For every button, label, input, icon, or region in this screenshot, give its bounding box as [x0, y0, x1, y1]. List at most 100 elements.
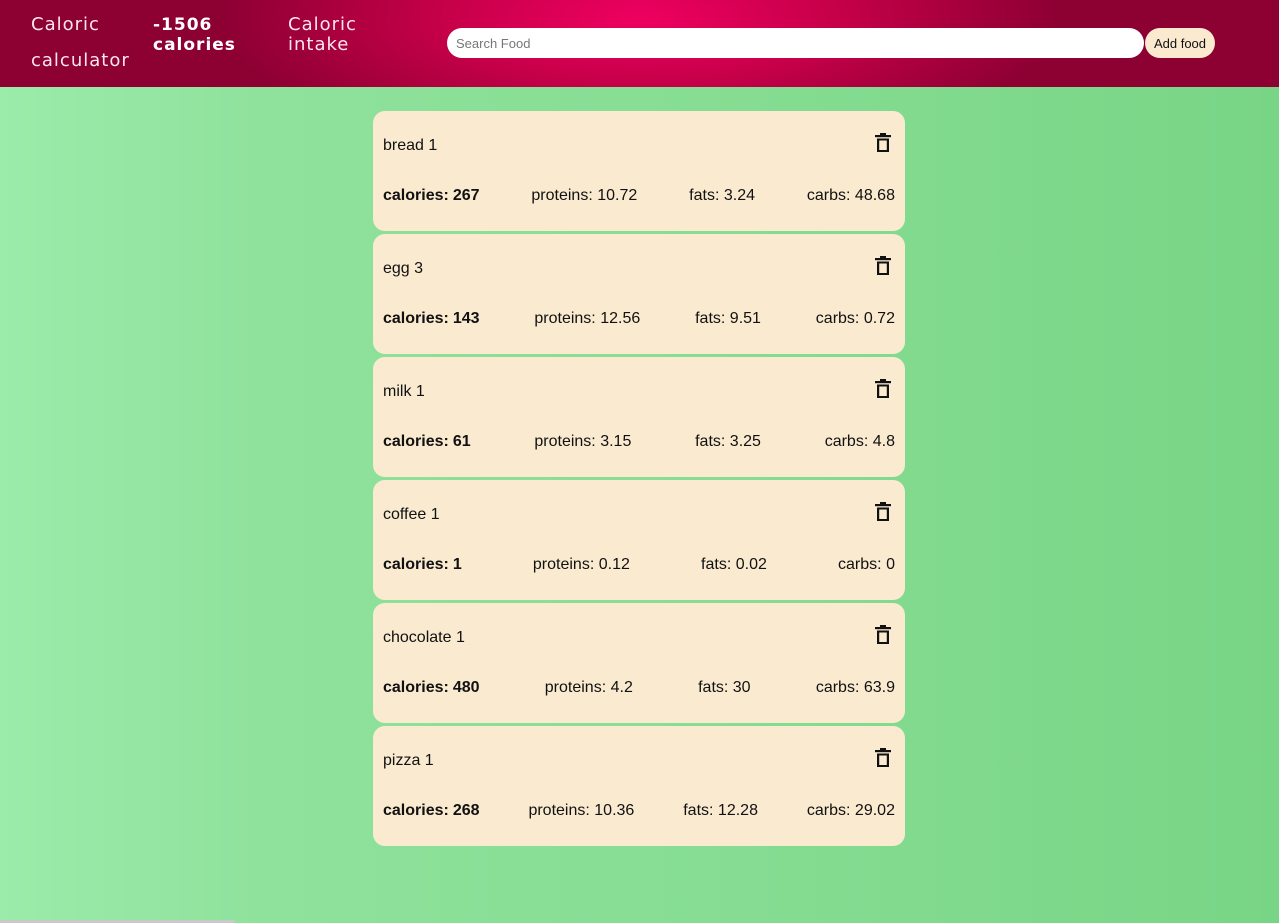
calories-label: calories: [383, 187, 449, 204]
add-food-button[interactable]: Add food [1145, 28, 1215, 58]
fats-value: fats: 3.25 [695, 433, 761, 451]
carbs-label: carbs: [815, 679, 860, 696]
carbs-number: 48.68 [854, 187, 895, 204]
fats-number: 3.25 [729, 433, 761, 450]
carbs-label: carbs: [824, 433, 869, 450]
carbs-value: carbs: 4.8 [825, 433, 895, 451]
proteins-value: proteins: 10.72 [531, 187, 637, 205]
proteins-number: 10.36 [594, 802, 635, 819]
food-name: egg 3 [383, 260, 424, 277]
calorie-total-unit: calories [153, 35, 236, 55]
calories-value: calories: 267 [383, 187, 480, 205]
fats-value: fats: 0.02 [701, 556, 767, 574]
carbs-number: 0 [886, 556, 895, 573]
nutrient-row: calories: 143 proteins: 12.56 fats: 9.51 car… [383, 310, 895, 328]
carbs-label: carbs: [838, 556, 882, 573]
nutrient-row: calories: 267 proteins: 10.72 fats: 3.24 car… [383, 187, 895, 205]
fats-number: 0.02 [735, 556, 767, 573]
carbs-label: carbs: [815, 310, 860, 327]
fats-label: fats: [698, 679, 729, 696]
food-name: pizza 1 [383, 752, 434, 769]
fats-number: 9.51 [729, 310, 761, 327]
calories-value: calories: 480 [383, 679, 480, 697]
fats-label: fats: [689, 187, 720, 204]
calories-value: calories: 268 [383, 802, 480, 820]
food-name: chocolate 1 [383, 629, 465, 646]
trash-icon[interactable] [875, 502, 891, 522]
proteins-label: proteins: [528, 802, 590, 819]
carbs-label: carbs: [806, 802, 851, 819]
app-title-line2: calculator [31, 50, 130, 71]
proteins-value: proteins: 12.56 [534, 310, 640, 328]
carbs-number: 0.72 [863, 310, 895, 327]
nutrient-row: calories: 268 proteins: 10.36 fats: 12.28 ca… [383, 802, 895, 820]
food-name: milk 1 [383, 383, 425, 400]
search-food-input[interactable] [447, 28, 1144, 58]
caloric-intake-line1: Caloric [288, 14, 357, 35]
food-card: coffee 1 calories: 1 proteins: 0.12 fats: 0.… [373, 480, 905, 600]
carbs-number: 29.02 [854, 802, 895, 819]
calories-number: 143 [452, 310, 480, 327]
food-card: pizza 1 calories: 268 proteins: 10.36 fats: … [373, 726, 905, 846]
food-name: coffee 1 [383, 506, 440, 523]
calories-number: 1 [452, 556, 462, 573]
carbs-value: carbs: 29.02 [807, 802, 895, 820]
trash-icon[interactable] [875, 379, 891, 399]
calorie-total-value: -1506 [153, 15, 213, 35]
calories-label: calories: [383, 433, 449, 450]
carbs-number: 63.9 [863, 679, 895, 696]
proteins-number: 12.56 [600, 310, 641, 327]
proteins-label: proteins: [534, 433, 596, 450]
proteins-value: proteins: 0.12 [533, 556, 630, 574]
fats-value: fats: 3.24 [689, 187, 755, 205]
proteins-label: proteins: [532, 556, 595, 573]
app-title-line1: Caloric [31, 14, 100, 35]
proteins-number: 0.12 [598, 556, 630, 573]
food-list: bread 1 calories: 267 proteins: 10.72 fats: … [373, 111, 905, 849]
proteins-label: proteins: [534, 310, 596, 327]
carbs-value: carbs: 0.72 [816, 310, 895, 328]
food-card: bread 1 calories: 267 proteins: 10.72 fats: … [373, 111, 905, 231]
calories-number: 268 [452, 802, 480, 819]
calories-label: calories: [383, 679, 449, 696]
food-card: chocolate 1 calories: 480 proteins: 4.2 fats… [373, 603, 905, 723]
fats-label: fats: [701, 556, 732, 573]
trash-icon[interactable] [875, 133, 891, 153]
proteins-label: proteins: [544, 679, 607, 696]
carbs-label: carbs: [806, 187, 851, 204]
food-name: bread 1 [383, 137, 438, 154]
calories-value: calories: 61 [383, 433, 471, 451]
trash-icon[interactable] [875, 256, 891, 276]
proteins-number: 3.15 [600, 433, 632, 450]
caloric-intake-line2: intake [288, 34, 350, 55]
carbs-number: 4.8 [872, 433, 895, 450]
carbs-value: carbs: 63.9 [816, 679, 895, 697]
proteins-number: 4.2 [610, 679, 633, 696]
calories-value: calories: 143 [383, 310, 480, 328]
fats-label: fats: [695, 433, 726, 450]
proteins-value: proteins: 4.2 [545, 679, 633, 697]
nutrient-row: calories: 1 proteins: 0.12 fats: 0.02 carbs:… [383, 556, 895, 574]
fats-number: 30 [732, 679, 751, 696]
trash-icon[interactable] [875, 625, 891, 645]
calories-value: calories: 1 [383, 556, 462, 574]
proteins-label: proteins: [531, 187, 593, 204]
caloric-intake-label: Caloric intake [288, 15, 357, 55]
food-card: milk 1 calories: 61 proteins: 3.15 fats: 3.2… [373, 357, 905, 477]
fats-value: fats: 12.28 [683, 802, 758, 820]
fats-label: fats: [683, 802, 714, 819]
carbs-value: carbs: 48.68 [807, 187, 895, 205]
calories-label: calories: [383, 556, 449, 573]
proteins-value: proteins: 3.15 [534, 433, 631, 451]
fats-label: fats: [695, 310, 726, 327]
calorie-total: -1506 calories [153, 15, 236, 55]
calories-number: 480 [452, 679, 480, 696]
fats-value: fats: 9.51 [695, 310, 761, 328]
trash-icon[interactable] [875, 748, 891, 768]
proteins-value: proteins: 10.36 [528, 802, 634, 820]
app-header: Caloric calculator -1506 calories Calori… [0, 0, 1279, 87]
proteins-number: 10.72 [597, 187, 638, 204]
calories-label: calories: [383, 802, 449, 819]
carbs-value: carbs: 0 [838, 556, 895, 574]
calories-number: 61 [452, 433, 471, 450]
